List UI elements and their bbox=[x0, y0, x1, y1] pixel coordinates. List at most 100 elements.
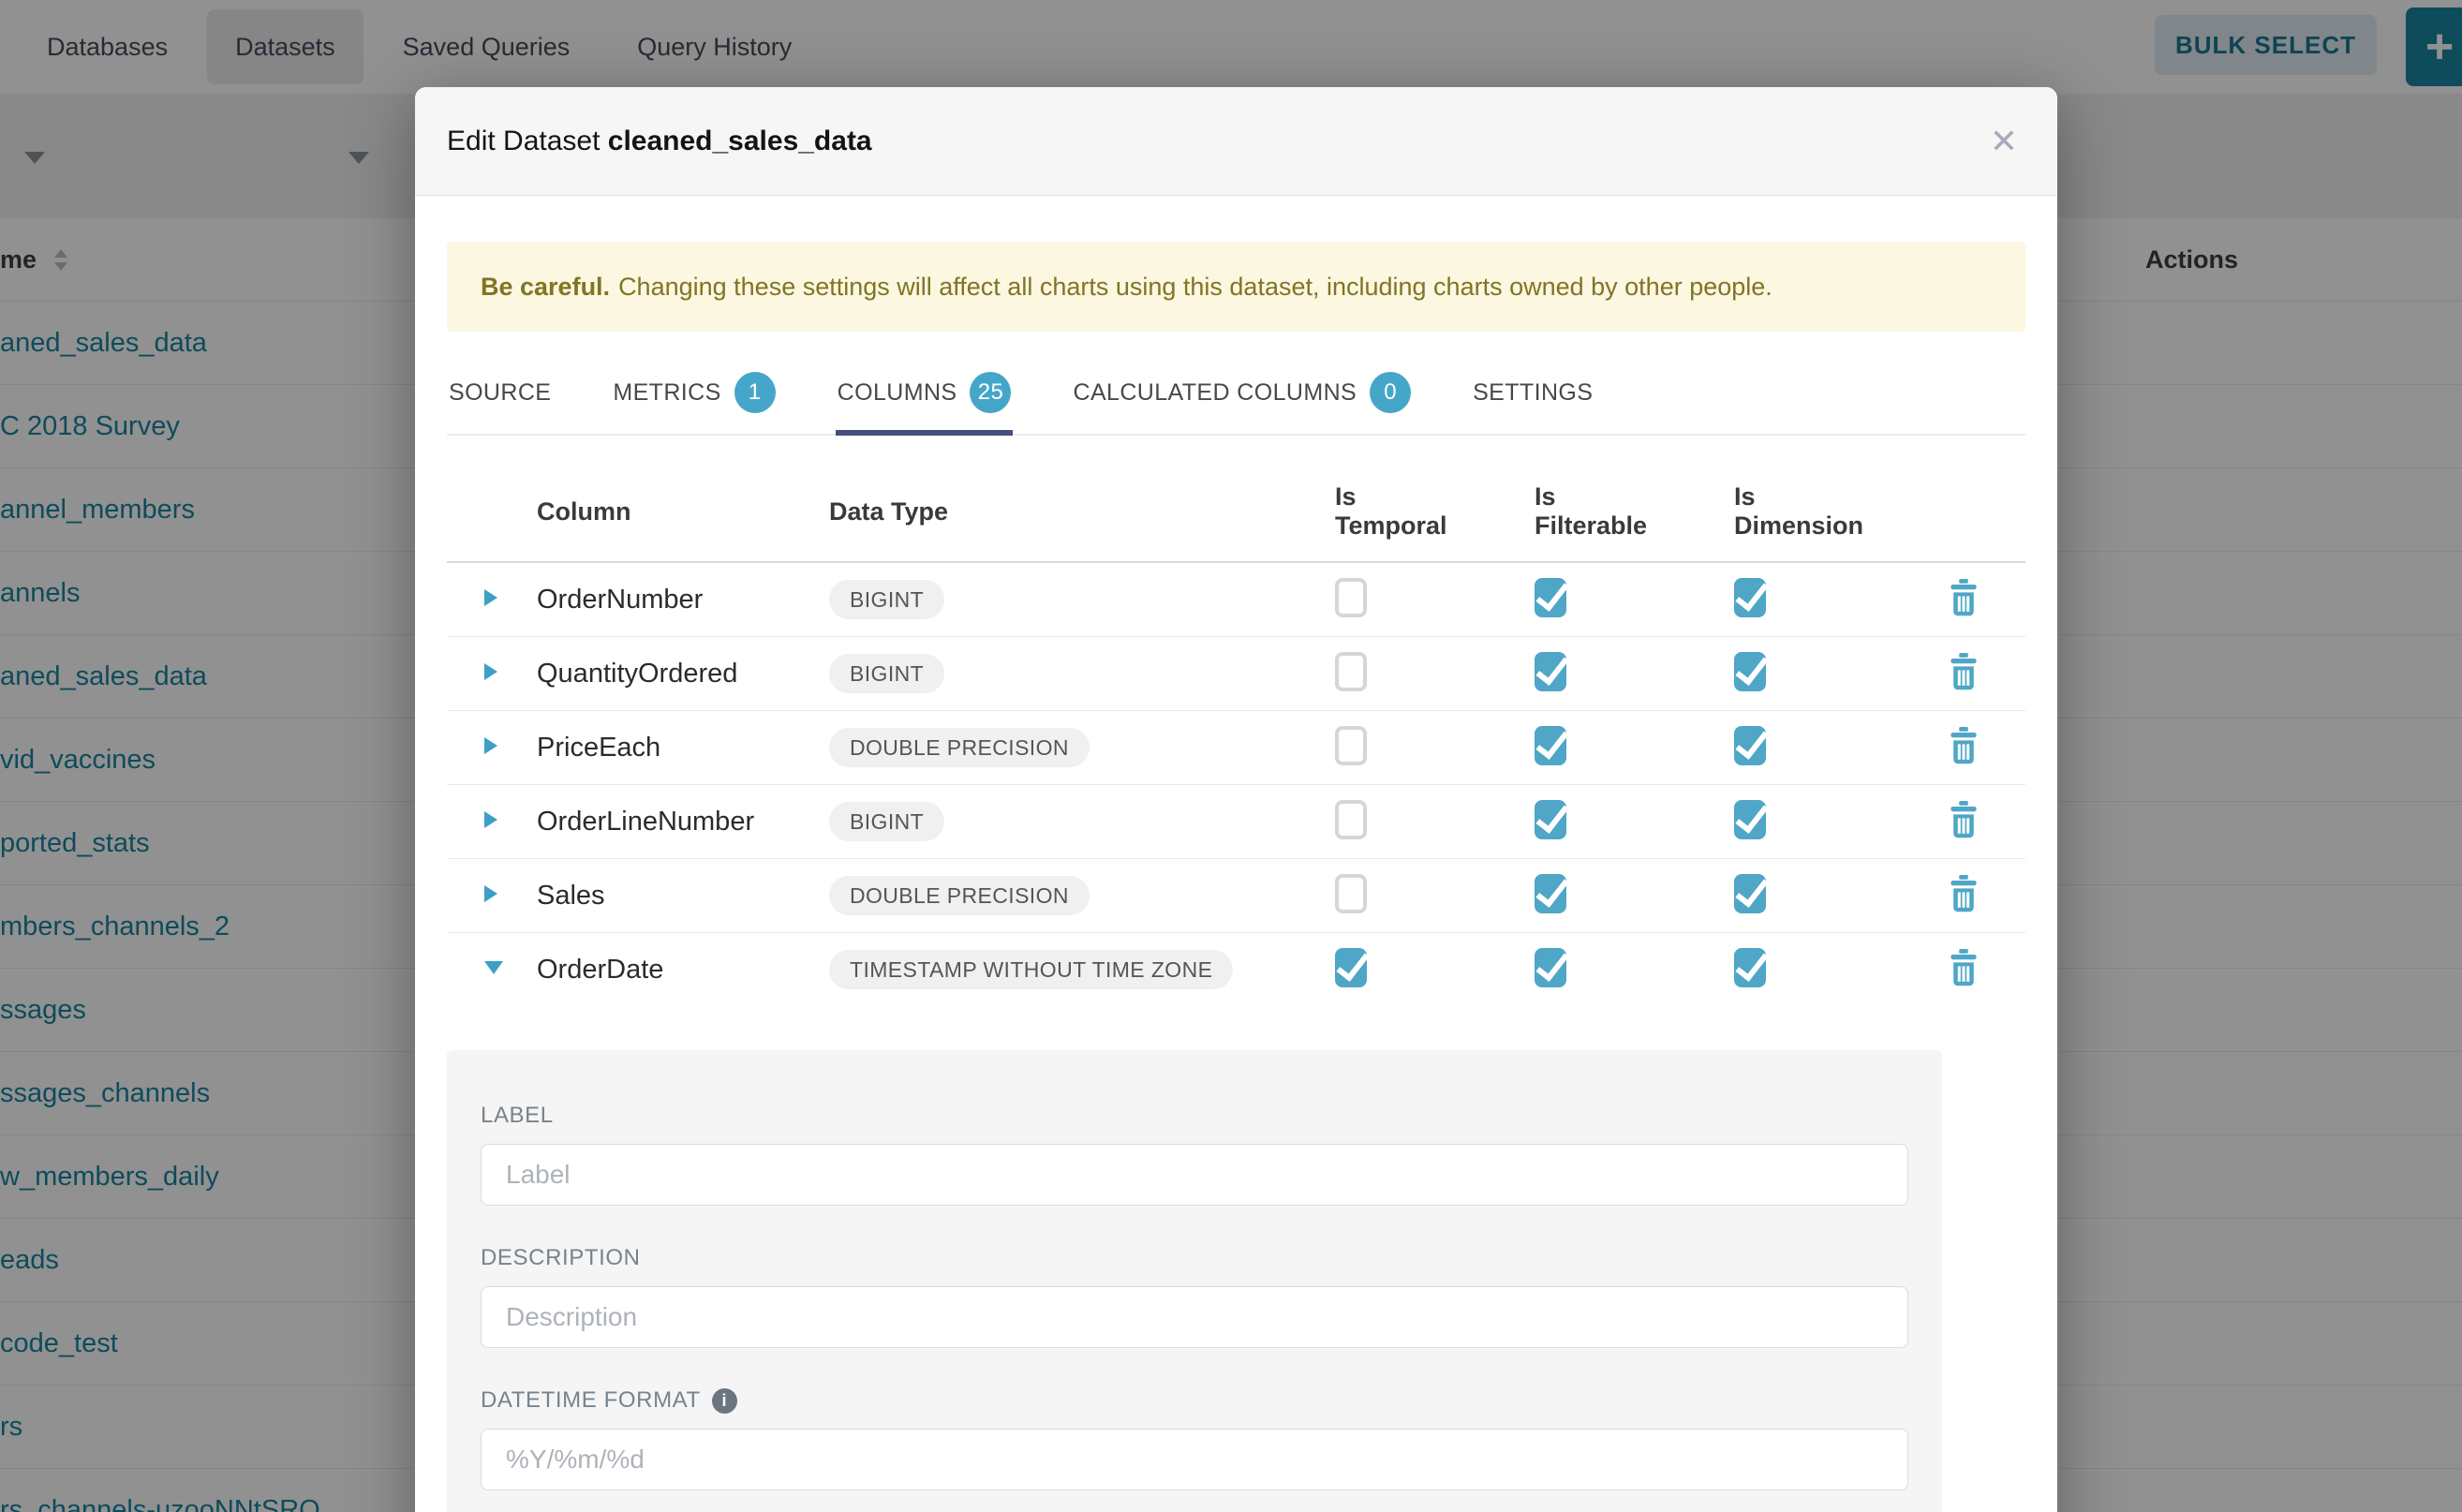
is-filterable-checkbox[interactable] bbox=[1535, 578, 1566, 617]
description-field-label: DESCRIPTION bbox=[481, 1245, 1908, 1271]
expand-caret-icon[interactable] bbox=[484, 663, 497, 680]
warning-banner: Be careful. Changing these settings will… bbox=[447, 242, 2025, 332]
warning-bold-text: Be careful. bbox=[481, 273, 610, 302]
label-field-group: LABEL bbox=[481, 1103, 1908, 1206]
info-icon[interactable]: i bbox=[712, 1388, 737, 1414]
modal-body: Be careful. Changing these settings will… bbox=[415, 242, 2057, 1512]
is-filterable-checkbox[interactable] bbox=[1535, 726, 1566, 765]
is-filterable-checkbox[interactable] bbox=[1535, 652, 1566, 691]
is-filterable-cell bbox=[1447, 874, 1647, 918]
data-type-pill: BIGINT bbox=[829, 802, 944, 841]
modal-tab-label: COLUMNS bbox=[838, 379, 957, 407]
modal-tab-label: CALCULATED COLUMNS bbox=[1073, 379, 1357, 407]
expand-caret-cell[interactable] bbox=[447, 663, 537, 685]
data-type-cell: TIMESTAMP WITHOUT TIME ZONE bbox=[829, 950, 1248, 989]
expand-caret-cell[interactable] bbox=[447, 885, 537, 907]
tab-metrics[interactable]: METRICS 1 bbox=[611, 361, 777, 434]
is-temporal-checkbox[interactable] bbox=[1335, 726, 1367, 765]
data-type-pill: BIGINT bbox=[829, 580, 944, 619]
edit-dataset-modal: Edit Dataset cleaned_sales_data ✕ Be car… bbox=[415, 87, 2057, 1512]
description-field-group: DESCRIPTION bbox=[481, 1245, 1908, 1348]
label-input[interactable] bbox=[481, 1144, 1908, 1206]
tab-calculated-columns[interactable]: CALCULATED COLUMNS 0 bbox=[1071, 361, 1413, 434]
modal-tabs: SOURCE METRICS 1 COLUMNS 25 CALCULATED C… bbox=[447, 361, 2025, 436]
is-temporal-cell bbox=[1248, 578, 1447, 622]
is-dimension-checkbox[interactable] bbox=[1734, 800, 1766, 839]
column-row: PriceEach DOUBLE PRECISION bbox=[447, 711, 2025, 785]
column-header-is-temporal: Is Temporal bbox=[1248, 482, 1447, 541]
column-row: OrderLineNumber BIGINT bbox=[447, 785, 2025, 859]
is-temporal-checkbox[interactable] bbox=[1335, 948, 1367, 987]
datetime-format-input[interactable] bbox=[481, 1429, 1908, 1490]
tab-source[interactable]: SOURCE bbox=[447, 361, 553, 434]
column-name: PriceEach bbox=[537, 733, 829, 763]
close-icon[interactable]: ✕ bbox=[1990, 125, 2018, 158]
description-input[interactable] bbox=[481, 1286, 1908, 1348]
data-type-cell: BIGINT bbox=[829, 580, 1248, 619]
is-dimension-checkbox[interactable] bbox=[1734, 726, 1766, 765]
column-name: Sales bbox=[537, 881, 829, 912]
delete-column-button[interactable] bbox=[1876, 875, 2025, 917]
modal-tab-label: METRICS bbox=[613, 379, 720, 407]
datetime-format-label-text: DATETIME FORMAT bbox=[481, 1387, 701, 1414]
is-dimension-checkbox[interactable] bbox=[1734, 652, 1766, 691]
data-type-cell: BIGINT bbox=[829, 654, 1248, 693]
is-temporal-checkbox[interactable] bbox=[1335, 652, 1367, 691]
column-editor-panel: LABEL DESCRIPTION DATETIME FORMAT i bbox=[447, 1050, 1942, 1512]
delete-column-button[interactable] bbox=[1876, 801, 2025, 843]
is-filterable-checkbox[interactable] bbox=[1535, 874, 1566, 913]
expand-caret-cell[interactable] bbox=[447, 737, 537, 759]
tab-count-badge: 1 bbox=[734, 372, 776, 413]
expand-caret-cell[interactable] bbox=[447, 589, 537, 611]
modal-tab-label: SETTINGS bbox=[1473, 379, 1593, 407]
delete-column-button[interactable] bbox=[1876, 727, 2025, 769]
column-name: QuantityOrdered bbox=[537, 659, 829, 689]
delete-column-button[interactable] bbox=[1876, 579, 2025, 621]
is-filterable-checkbox[interactable] bbox=[1535, 948, 1566, 987]
trash-icon bbox=[1949, 579, 1979, 616]
is-temporal-cell bbox=[1248, 874, 1447, 918]
data-type-cell: DOUBLE PRECISION bbox=[829, 728, 1248, 767]
is-temporal-checkbox[interactable] bbox=[1335, 578, 1367, 617]
modal-title: Edit Dataset cleaned_sales_data bbox=[447, 126, 872, 157]
is-temporal-checkbox[interactable] bbox=[1335, 874, 1367, 913]
modal-header: Edit Dataset cleaned_sales_data ✕ bbox=[415, 87, 2057, 196]
expand-caret-icon[interactable] bbox=[484, 811, 497, 828]
column-row: Sales DOUBLE PRECISION bbox=[447, 859, 2025, 933]
is-dimension-cell bbox=[1647, 800, 1876, 844]
is-filterable-cell bbox=[1447, 652, 1647, 696]
column-header-is-dimension: Is Dimension bbox=[1647, 482, 1876, 541]
is-temporal-cell bbox=[1248, 726, 1447, 770]
is-temporal-checkbox[interactable] bbox=[1335, 800, 1367, 839]
trash-icon bbox=[1949, 949, 1979, 986]
expand-caret-icon[interactable] bbox=[484, 737, 497, 754]
expand-caret-icon[interactable] bbox=[484, 589, 497, 606]
expand-caret-cell[interactable] bbox=[447, 811, 537, 833]
delete-column-button[interactable] bbox=[1876, 653, 2025, 695]
is-filterable-cell bbox=[1447, 800, 1647, 844]
trash-icon bbox=[1949, 875, 1979, 912]
data-type-cell: BIGINT bbox=[829, 802, 1248, 841]
expand-caret-icon[interactable] bbox=[484, 885, 497, 902]
datetime-format-field-group: DATETIME FORMAT i bbox=[481, 1387, 1908, 1490]
datetime-format-field-label: DATETIME FORMAT i bbox=[481, 1387, 1908, 1414]
tab-columns[interactable]: COLUMNS 25 bbox=[836, 361, 1014, 434]
delete-column-button[interactable] bbox=[1876, 949, 2025, 991]
is-dimension-checkbox[interactable] bbox=[1734, 578, 1766, 617]
columns-table-rows: OrderNumber BIGINT bbox=[447, 563, 2025, 1006]
is-dimension-cell bbox=[1647, 874, 1876, 918]
data-type-pill: DOUBLE PRECISION bbox=[829, 728, 1090, 767]
tab-settings[interactable]: SETTINGS bbox=[1471, 361, 1594, 434]
column-row: OrderNumber BIGINT bbox=[447, 563, 2025, 637]
label-field-label: LABEL bbox=[481, 1103, 1908, 1129]
trash-icon bbox=[1949, 653, 1979, 690]
is-dimension-checkbox[interactable] bbox=[1734, 948, 1766, 987]
expand-caret-cell[interactable] bbox=[447, 961, 537, 979]
expand-caret-icon[interactable] bbox=[484, 961, 503, 974]
is-temporal-cell bbox=[1248, 800, 1447, 844]
tab-count-badge: 25 bbox=[970, 372, 1011, 413]
trash-icon bbox=[1949, 801, 1979, 838]
is-dimension-checkbox[interactable] bbox=[1734, 874, 1766, 913]
column-header-column: Column bbox=[537, 497, 829, 526]
is-filterable-checkbox[interactable] bbox=[1535, 800, 1566, 839]
